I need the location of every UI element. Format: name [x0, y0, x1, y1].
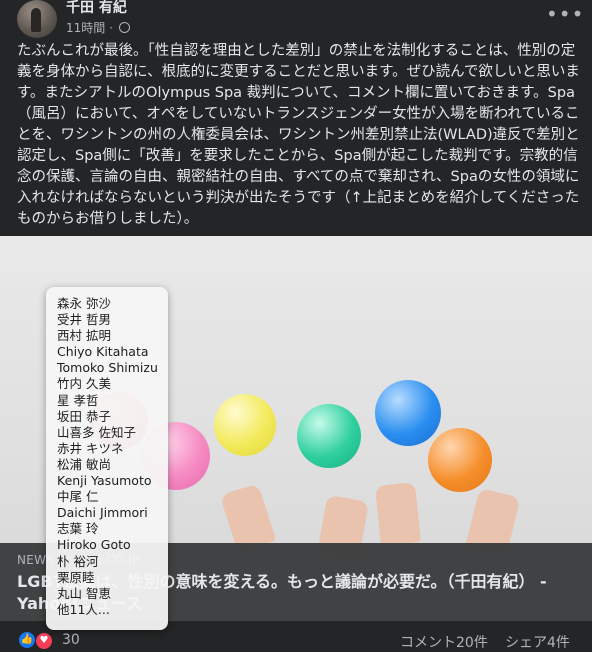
reactor-name: 中尾 仁 — [57, 489, 99, 505]
reactor-name: 坂田 恭子 — [57, 408, 111, 424]
reactor-name: Tomoko Shimizu — [57, 360, 158, 376]
reactor-name: 西村 拡明 — [57, 328, 111, 344]
post-body-text: たぶんこれが最後。「性自認を理由とした差別」の禁止を法制化することは、性別の定義… — [17, 43, 580, 227]
author-avatar[interactable] — [17, 0, 57, 38]
post-header: 千田 有紀 11時間 · ••• — [0, 0, 592, 42]
balloon-blue — [375, 380, 441, 446]
reactor-name: 朴 裕河 — [57, 553, 99, 569]
comments-count[interactable]: コメント20件 — [400, 632, 488, 652]
post-meta: 11時間 · — [66, 19, 130, 36]
reactor-name: Daichi Jimmori — [57, 505, 148, 521]
like-icon[interactable]: 👍 — [19, 632, 35, 648]
globe-icon — [118, 22, 130, 33]
reactor-name: 志葉 玲 — [57, 521, 99, 537]
reactor-name: 森永 弥沙 — [57, 296, 111, 311]
reactions-bar: 👍 ♥ 30 コメント20件 シェア4件 — [0, 628, 592, 652]
reactor-name: Chiyo Kitahata — [57, 344, 149, 360]
post-time[interactable]: 11時間 — [66, 21, 105, 35]
shares-count[interactable]: シェア4件 — [505, 632, 570, 652]
reactor-name: 松浦 敏尚 — [57, 456, 111, 472]
reactor-name: 丸山 智恵 — [57, 585, 111, 601]
more-options-icon[interactable]: ••• — [546, 2, 584, 26]
balloon-yellow — [214, 394, 276, 456]
balloon-orange — [428, 428, 492, 492]
reactor-name: 受井 哲男 — [57, 312, 111, 328]
reactor-name: 山喜多 佐知子 — [57, 424, 136, 440]
balloon-green — [297, 404, 361, 468]
heart-icon[interactable]: ♥ — [35, 632, 53, 650]
reaction-count[interactable]: 30 — [62, 632, 80, 648]
raised-hand — [374, 482, 422, 546]
reactor-name: Hiroko Goto — [57, 537, 131, 553]
reactor-name: 星 孝哲 — [57, 392, 99, 408]
reactor-name: 竹内 久美 — [57, 376, 111, 392]
reactor-name: 赤井 キツネ — [57, 440, 124, 456]
author-name[interactable]: 千田 有紀 — [66, 0, 127, 17]
reactor-name: 栗原睦 — [57, 569, 95, 585]
reactor-more: 他11人... — [57, 601, 110, 617]
reactions-tooltip: 森永 弥沙 受井 哲男 西村 拡明 Chiyo Kitahata Tomoko … — [46, 287, 168, 630]
reactor-name: Kenji Yasumoto — [57, 473, 152, 489]
